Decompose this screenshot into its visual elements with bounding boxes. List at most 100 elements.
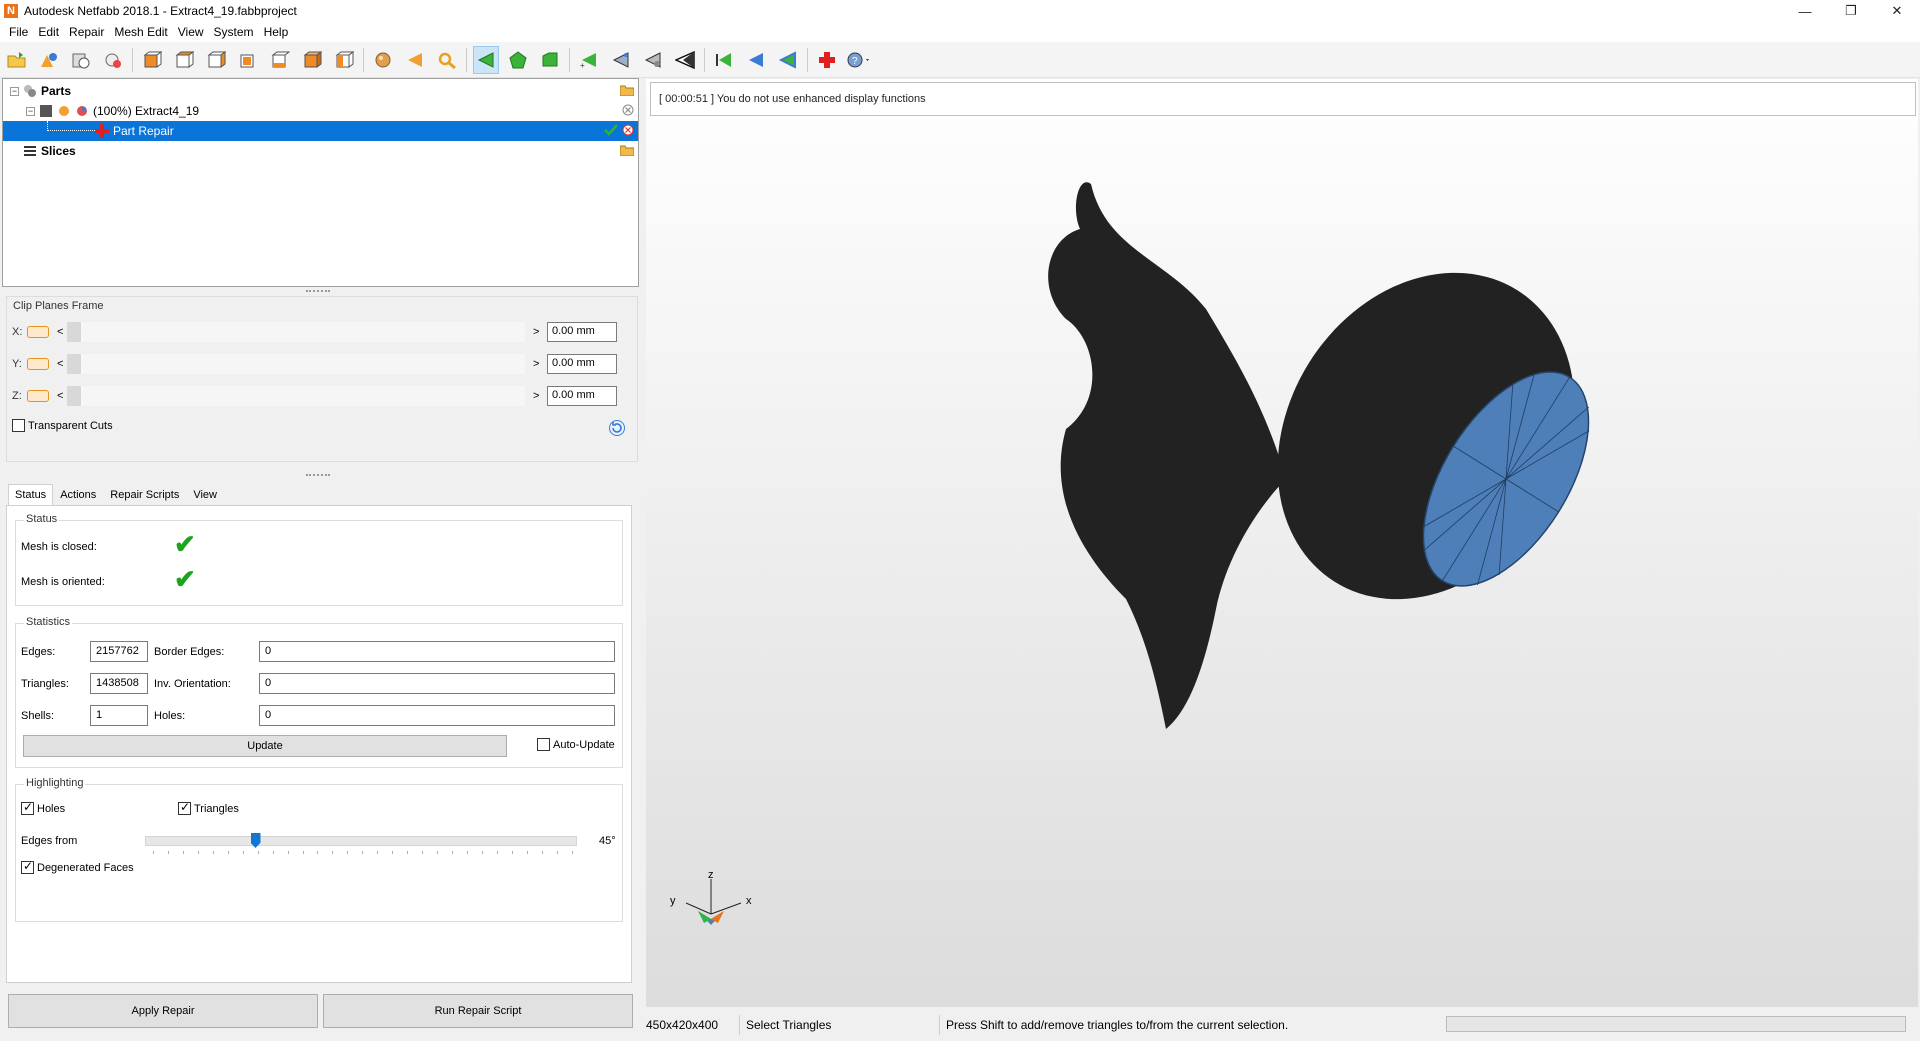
menu-view[interactable]: View bbox=[173, 22, 209, 42]
clip-axis-label: X: bbox=[12, 326, 23, 338]
clip-slider-x[interactable] bbox=[67, 322, 525, 342]
repair-cross-icon[interactable] bbox=[814, 46, 840, 74]
clip-decrement-y[interactable]: < bbox=[57, 358, 67, 370]
menu-system[interactable]: System bbox=[209, 22, 259, 42]
clip-value-y[interactable]: 0.00 mm bbox=[547, 354, 617, 374]
clip-increment-y[interactable]: > bbox=[533, 358, 543, 370]
deselect-icon[interactable] bbox=[711, 46, 737, 74]
edges-from-label: Edges from bbox=[21, 835, 78, 847]
view-top-icon[interactable] bbox=[267, 46, 293, 74]
clip-value-x[interactable]: 0.00 mm bbox=[547, 322, 617, 342]
slider-thumb[interactable] bbox=[67, 354, 81, 374]
slider-thumb[interactable] bbox=[67, 386, 81, 406]
edges-field: 2157762 bbox=[90, 641, 148, 662]
color-icon[interactable] bbox=[75, 104, 89, 118]
view-bottom-icon[interactable] bbox=[299, 46, 325, 74]
view-iso-icon[interactable] bbox=[331, 46, 357, 74]
remove-part-icon[interactable] bbox=[622, 104, 634, 119]
holes-highlight-checkbox[interactable] bbox=[21, 800, 34, 815]
mesh-render bbox=[1048, 182, 1590, 729]
auto-update-checkbox[interactable] bbox=[537, 738, 550, 751]
triangles-highlight-row: Triangles bbox=[178, 800, 239, 815]
help-dropdown-icon[interactable]: ? bbox=[846, 46, 872, 74]
slices-label: Slices bbox=[41, 144, 76, 158]
clip-increment-z[interactable]: > bbox=[533, 390, 543, 402]
orange-triangle-icon[interactable] bbox=[402, 46, 428, 74]
clip-value-z[interactable]: 0.00 mm bbox=[547, 386, 617, 406]
transparent-cuts-row: Transparent Cuts bbox=[12, 419, 113, 432]
clip-slider-z[interactable] bbox=[67, 386, 525, 406]
clip-planes-frame: Clip Planes Frame X: < > 0.00 mm Y: < > … bbox=[6, 296, 638, 462]
menu-help[interactable]: Help bbox=[259, 22, 294, 42]
zoom-icon[interactable] bbox=[434, 46, 460, 74]
clip-decrement-z[interactable]: < bbox=[57, 390, 67, 402]
view-back-icon[interactable] bbox=[171, 46, 197, 74]
vertical-splitter[interactable] bbox=[641, 79, 644, 1029]
eye-icon[interactable] bbox=[57, 104, 71, 118]
menu-edit[interactable]: Edit bbox=[33, 22, 64, 42]
restore-button[interactable]: ❐ bbox=[1828, 0, 1874, 22]
tab-actions[interactable]: Actions bbox=[53, 484, 103, 505]
view-right-icon[interactable] bbox=[235, 46, 261, 74]
clip-slider-y[interactable] bbox=[67, 354, 525, 374]
tree-parts-row[interactable]: − Parts bbox=[3, 81, 638, 101]
tab-status[interactable]: Status bbox=[8, 484, 54, 506]
edges-from-slider[interactable] bbox=[145, 836, 577, 846]
tree-part-row[interactable]: − (100%) Extract4_19 bbox=[3, 101, 638, 121]
select-triangles-icon[interactable] bbox=[473, 45, 499, 74]
tree-slices-row[interactable]: Slices bbox=[3, 141, 638, 161]
toolbar-separator bbox=[363, 47, 364, 72]
clip-decrement-x[interactable]: < bbox=[57, 326, 67, 338]
select-multi-icon[interactable] bbox=[608, 46, 634, 74]
splitter-handle[interactable] bbox=[306, 290, 330, 294]
run-repair-script-button[interactable]: Run Repair Script bbox=[323, 994, 633, 1028]
update-button[interactable]: Update bbox=[23, 735, 507, 757]
clip-increment-x[interactable]: > bbox=[533, 326, 543, 338]
select-all-icon[interactable] bbox=[672, 46, 698, 74]
invert-selection-icon[interactable] bbox=[743, 46, 769, 74]
slider-thumb[interactable] bbox=[67, 322, 81, 342]
collapse-icon[interactable]: − bbox=[26, 106, 35, 116]
clip-row-z: Z: < > 0.00 mm bbox=[7, 383, 637, 409]
open-project-icon[interactable] bbox=[4, 46, 30, 74]
close-button[interactable]: ✕ bbox=[1874, 0, 1920, 22]
tree-repair-row[interactable]: Part Repair bbox=[3, 121, 638, 141]
menu-mesh-edit[interactable]: Mesh Edit bbox=[109, 22, 172, 42]
clip-row-y: Y: < > 0.00 mm bbox=[7, 351, 637, 377]
folder-icon[interactable] bbox=[619, 144, 635, 159]
tab-view[interactable]: View bbox=[186, 484, 224, 505]
viewport-info-box: [ 00:00:51 ] You do not use enhanced dis… bbox=[650, 82, 1916, 116]
splitter-handle[interactable] bbox=[306, 474, 330, 478]
menu-repair[interactable]: Repair bbox=[64, 22, 109, 42]
add-part-icon[interactable] bbox=[36, 46, 62, 74]
clip-toggle-x[interactable] bbox=[27, 326, 49, 338]
new-part-icon[interactable] bbox=[100, 46, 126, 74]
triangles-highlight-checkbox[interactable] bbox=[178, 800, 191, 815]
view-front-icon[interactable] bbox=[139, 46, 165, 74]
transparent-cuts-checkbox[interactable] bbox=[12, 419, 25, 432]
select-brush-icon[interactable] bbox=[640, 46, 666, 74]
reset-clip-icon[interactable] bbox=[608, 419, 626, 440]
mesh-closed-label: Mesh is closed: bbox=[21, 541, 97, 553]
clip-toggle-y[interactable] bbox=[27, 358, 49, 370]
collapse-icon[interactable]: − bbox=[10, 86, 19, 96]
degenerated-faces-checkbox[interactable] bbox=[21, 859, 34, 874]
shaded-sphere-icon[interactable] bbox=[370, 46, 396, 74]
3d-viewport[interactable]: z y x bbox=[646, 79, 1918, 1007]
folder-icon[interactable] bbox=[619, 84, 635, 99]
view-left-icon[interactable] bbox=[203, 46, 229, 74]
apply-check-icon[interactable] bbox=[604, 124, 618, 139]
apply-repair-button[interactable]: Apply Repair bbox=[8, 994, 318, 1028]
menu-file[interactable]: File bbox=[4, 22, 33, 42]
cancel-repair-icon[interactable] bbox=[622, 124, 634, 139]
select-add-icon[interactable]: + bbox=[576, 46, 602, 74]
parts-label: Parts bbox=[41, 84, 72, 98]
triangles-field: 1438508 bbox=[90, 673, 148, 694]
select-surface-icon[interactable] bbox=[505, 46, 531, 74]
clip-toggle-z[interactable] bbox=[27, 390, 49, 402]
tab-repair-scripts[interactable]: Repair Scripts bbox=[103, 484, 186, 505]
select-shell-icon[interactable] bbox=[537, 46, 563, 74]
select-border-icon[interactable] bbox=[775, 46, 801, 74]
minimize-button[interactable]: — bbox=[1782, 0, 1828, 22]
measure-icon[interactable] bbox=[68, 46, 94, 74]
